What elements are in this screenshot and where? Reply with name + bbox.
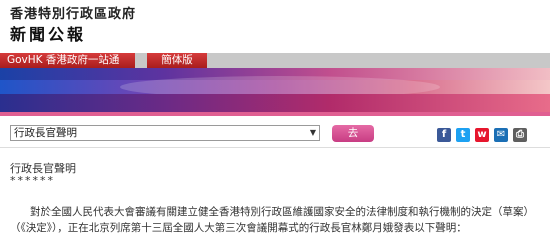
content-divider (0, 147, 550, 148)
govhk-home-link[interactable]: GovHK 香港政府一站通 (0, 53, 135, 68)
twitter-icon[interactable]: t (456, 128, 470, 142)
government-name: 香港特別行政區政府 (10, 7, 137, 22)
category-select-value: 行政長官聲明 (14, 127, 77, 139)
print-icon[interactable]: ⎙ (513, 128, 527, 142)
top-nav-bar: GovHK 香港政府一站通 簡体版 (0, 53, 550, 68)
banner-divider (0, 112, 550, 116)
facebook-icon[interactable]: f (437, 128, 451, 142)
article-body-line: 對於全國人民代表大會審議有關建立健全香港特別行政區維護國家安全的法律制度和執行機… (30, 206, 534, 218)
article-body-line: （《決定》），正在北京列席第十三屆全國人大第三次會議開幕式的行政長官林鄭月娥發表… (10, 222, 467, 234)
article-separator: ****** (10, 174, 55, 187)
category-select[interactable]: 行政長官聲明 ▼ (10, 125, 320, 141)
email-icon[interactable]: ✉ (494, 128, 508, 142)
simplified-chinese-link[interactable]: 簡体版 (147, 53, 207, 68)
site-title[interactable]: 新聞公報 (10, 21, 86, 45)
decorative-banner (0, 68, 550, 112)
weibo-icon[interactable]: w (475, 128, 489, 142)
go-button[interactable]: 去 (332, 125, 374, 142)
chevron-down-icon[interactable]: ▼ (310, 126, 316, 140)
banner-band-bottom (0, 94, 550, 112)
